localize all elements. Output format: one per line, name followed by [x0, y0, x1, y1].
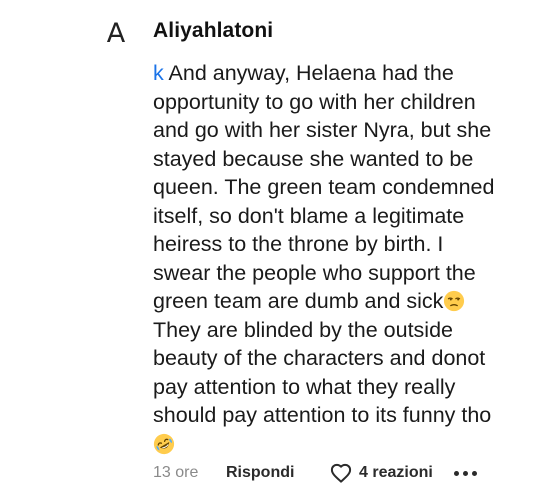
unamused-face-icon	[444, 290, 465, 312]
text-line: They are blinded by the outside	[153, 317, 454, 342]
text-line: queen. The green team condemned	[153, 175, 495, 199]
text-line: should pay attention to its funny tho	[153, 403, 492, 427]
reactions-count: 4 reazioni	[359, 464, 433, 481]
text-line: beauty of the characters and donot	[153, 346, 486, 370]
text-line: pay attention to what they really	[153, 374, 456, 399]
text-line: opportunity to go with her children	[153, 89, 476, 114]
comment-text: k And anyway, Helaena had the opportunit…	[153, 59, 538, 458]
text-line: itself, so don't blame a legitimate	[153, 203, 465, 228]
rolling-on-floor-laughing-icon	[153, 433, 175, 454]
text-line: and go with her sister Nyra, but she	[153, 118, 492, 142]
avatar[interactable]: A	[99, 16, 133, 50]
user-mention[interactable]: k	[153, 61, 164, 85]
reactions-button[interactable]: 4 reazioni	[330, 463, 454, 483]
text-line: And anyway, Helaena had the	[163, 61, 454, 85]
text-line: swear the people who support the	[153, 260, 476, 285]
comment-actions: 13 ore Rispondi 4 reazioni	[153, 461, 477, 485]
timestamp: 13 ore	[153, 464, 199, 481]
reply-button[interactable]: Rispondi	[226, 464, 330, 482]
comment: A Aliyahlatoni k And anyway, Helaena had…	[0, 0, 540, 498]
text-line: heiress to the throne by birth. I	[153, 232, 444, 256]
heart-icon	[330, 463, 352, 483]
text-line: green team are dumb and sick	[153, 289, 444, 313]
author-name[interactable]: Aliyahlatoni	[153, 19, 273, 43]
text-line: stayed because she wanted to be	[153, 146, 474, 171]
more-options-icon[interactable]	[454, 463, 477, 483]
